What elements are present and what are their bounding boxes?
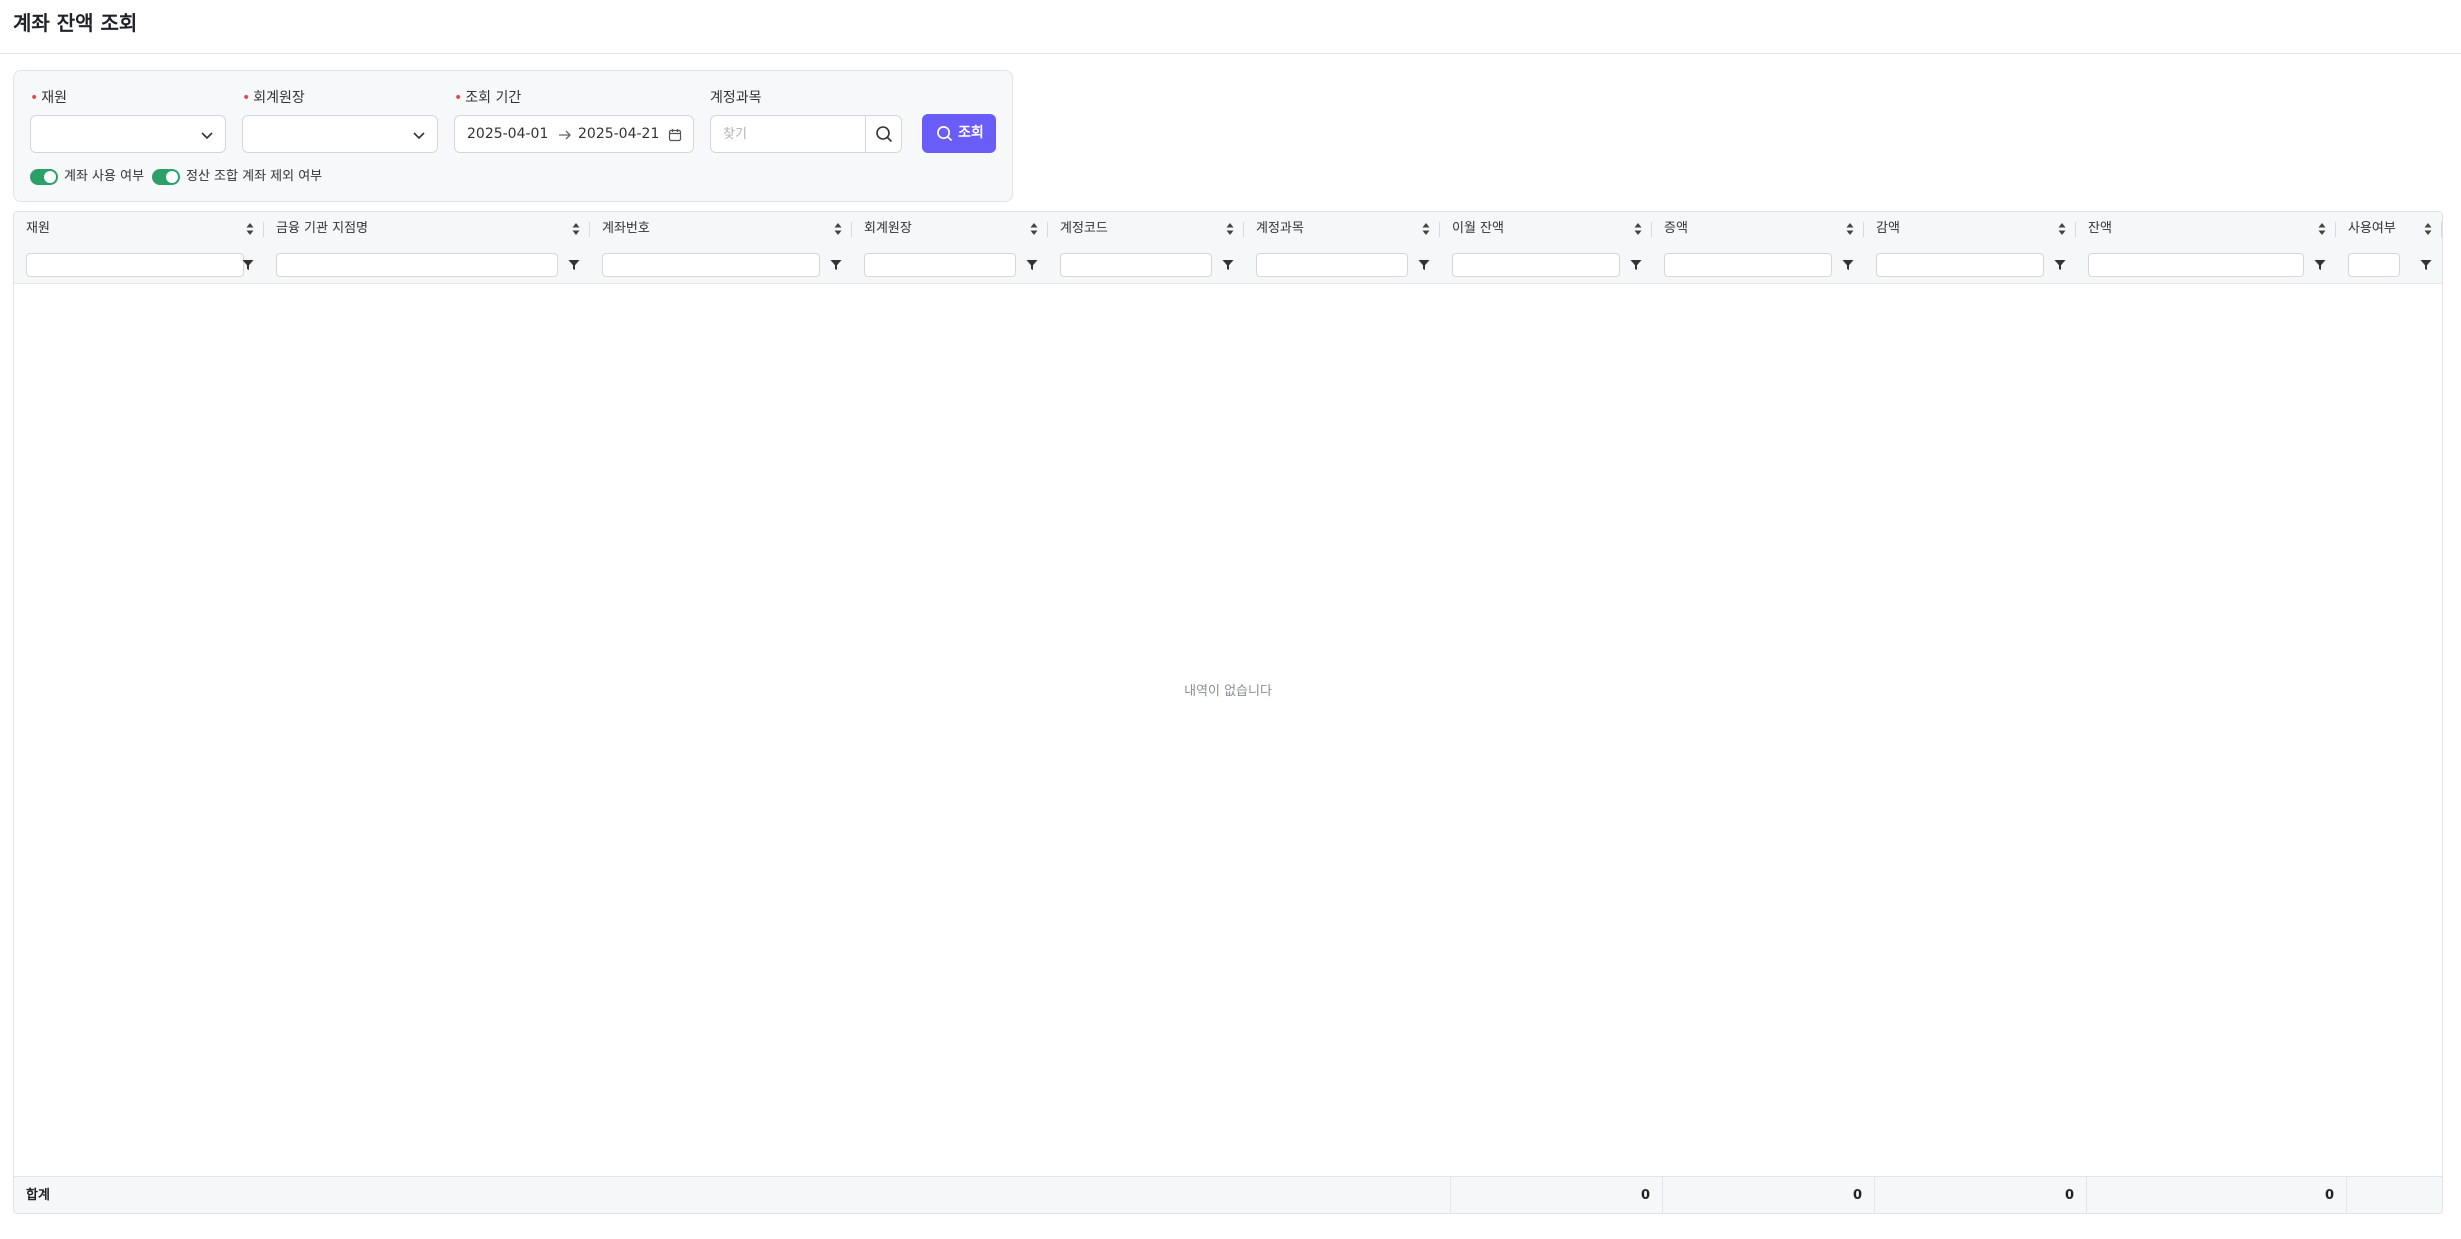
fund-label: • 재원 bbox=[30, 90, 68, 106]
filter-cell-fund bbox=[14, 247, 264, 283]
sort-icon[interactable] bbox=[834, 222, 842, 236]
filter-cell-balance bbox=[2076, 247, 2336, 283]
sort-icon[interactable] bbox=[1226, 222, 1234, 236]
calendar-icon bbox=[668, 129, 682, 142]
total-carryover: 0 bbox=[1450, 1177, 1662, 1213]
arrow-right-icon bbox=[559, 130, 571, 140]
filter-icon[interactable] bbox=[1630, 259, 1642, 271]
total-decrease: 0 bbox=[1874, 1177, 2086, 1213]
filter-icon[interactable] bbox=[2314, 259, 2326, 271]
filter-cell-account-number bbox=[590, 247, 852, 283]
ledger-label: • 회계원장 bbox=[242, 90, 305, 106]
filter-cell-carryover bbox=[1440, 247, 1652, 283]
balance-grid: 재원 금융 기관 지점명 계좌번호 회계원장 계정코드 계정과목 이월 잔액 증… bbox=[13, 211, 2443, 1214]
exclude-settlement-toggle[interactable] bbox=[152, 169, 180, 185]
sort-icon[interactable] bbox=[1846, 222, 1854, 236]
total-usage bbox=[2346, 1177, 2442, 1213]
account-subject-search bbox=[710, 115, 902, 153]
query-button-label: 조회 bbox=[958, 125, 984, 141]
filter-cell-ledger bbox=[852, 247, 1048, 283]
sort-icon[interactable] bbox=[1422, 222, 1430, 236]
col-header-account-number[interactable]: 계좌번호 bbox=[590, 212, 852, 247]
start-date[interactable]: 2025-04-01 bbox=[467, 126, 548, 142]
filter-icon[interactable] bbox=[1222, 259, 1234, 271]
sort-icon[interactable] bbox=[246, 222, 254, 236]
sort-icon[interactable] bbox=[572, 222, 580, 236]
chevron-down-icon bbox=[201, 132, 213, 140]
toggle-knob bbox=[44, 171, 56, 183]
page-header: 계좌 잔액 조회 bbox=[0, 0, 2461, 54]
filter-icon[interactable] bbox=[1842, 259, 1854, 271]
col-header-carryover[interactable]: 이월 잔액 bbox=[1440, 212, 1652, 247]
sort-icon[interactable] bbox=[2058, 222, 2066, 236]
grid-header-row: 재원 금융 기관 지점명 계좌번호 회계원장 계정코드 계정과목 이월 잔액 증… bbox=[14, 212, 2442, 248]
sort-icon[interactable] bbox=[1634, 222, 1642, 236]
chevron-down-icon bbox=[413, 132, 425, 140]
column-filter-input[interactable] bbox=[26, 253, 244, 277]
column-filter-input[interactable] bbox=[2088, 253, 2304, 277]
required-mark: • bbox=[242, 90, 251, 106]
col-header-account-subject[interactable]: 계정과목 bbox=[1244, 212, 1440, 247]
ledger-select[interactable] bbox=[242, 115, 438, 153]
col-header-fund[interactable]: 재원 bbox=[14, 212, 264, 247]
filter-icon[interactable] bbox=[2054, 259, 2066, 271]
required-mark: • bbox=[454, 90, 463, 106]
filter-cell-increase bbox=[1652, 247, 1864, 283]
account-subject-input[interactable] bbox=[711, 116, 869, 152]
filter-icon[interactable] bbox=[1418, 259, 1430, 271]
col-header-branch[interactable]: 금융 기관 지점명 bbox=[264, 212, 590, 247]
col-header-decrease[interactable]: 감액 bbox=[1864, 212, 2076, 247]
sort-icon[interactable] bbox=[2318, 222, 2326, 236]
filter-cell-account-subject bbox=[1244, 247, 1440, 283]
filter-icon[interactable] bbox=[1026, 259, 1038, 271]
col-header-usage[interactable]: 사용여부 bbox=[2336, 212, 2442, 247]
sort-icon[interactable] bbox=[2424, 222, 2432, 236]
col-header-balance[interactable]: 잔액 bbox=[2076, 212, 2336, 247]
filter-icon[interactable] bbox=[568, 259, 580, 271]
filter-cell-account-code bbox=[1048, 247, 1244, 283]
search-icon bbox=[937, 126, 953, 142]
account-usage-label: 계좌 사용 여부 bbox=[64, 169, 145, 184]
filter-icon[interactable] bbox=[830, 259, 842, 271]
column-separator[interactable] bbox=[2441, 222, 2442, 237]
search-icon bbox=[876, 126, 893, 143]
column-filter-input[interactable] bbox=[1256, 253, 1408, 277]
toggle-knob bbox=[166, 171, 178, 183]
account-subject-search-button[interactable] bbox=[865, 116, 901, 152]
total-label: 합계 bbox=[26, 1188, 50, 1203]
sort-icon[interactable] bbox=[1030, 222, 1038, 236]
total-increase: 0 bbox=[1662, 1177, 1874, 1213]
column-filter-input[interactable] bbox=[1876, 253, 2044, 277]
page-title: 계좌 잔액 조회 bbox=[13, 11, 138, 35]
total-balance: 0 bbox=[2086, 1177, 2346, 1213]
column-filter-input[interactable] bbox=[1664, 253, 1832, 277]
fund-select[interactable] bbox=[30, 115, 226, 153]
col-header-increase[interactable]: 증액 bbox=[1652, 212, 1864, 247]
col-header-ledger[interactable]: 회계원장 bbox=[852, 212, 1048, 247]
query-button[interactable]: 조회 bbox=[922, 114, 996, 153]
column-filter-input[interactable] bbox=[1060, 253, 1212, 277]
grid-total-row: 합계 0 0 0 0 bbox=[14, 1176, 2442, 1213]
empty-message: 내역이 없습니다 bbox=[1184, 684, 1272, 699]
grid-filter-row bbox=[14, 247, 2442, 284]
filter-panel: • 재원 • 회계원장 • 조회 기간 2025-04-01 2025-04-21 계… bbox=[13, 70, 1013, 202]
end-date[interactable]: 2025-04-21 bbox=[578, 126, 659, 142]
filter-cell-usage bbox=[2336, 247, 2442, 283]
filter-cell-decrease bbox=[1864, 247, 2076, 283]
account-subject-label: 계정과목 bbox=[710, 90, 762, 106]
column-filter-input[interactable] bbox=[864, 253, 1016, 277]
col-header-account-code[interactable]: 계정코드 bbox=[1048, 212, 1244, 247]
filter-icon[interactable] bbox=[2420, 259, 2432, 271]
column-filter-input[interactable] bbox=[1452, 253, 1620, 277]
column-filter-input[interactable] bbox=[276, 253, 558, 277]
filter-icon[interactable] bbox=[242, 259, 254, 271]
filter-cell-branch bbox=[264, 247, 590, 283]
period-label: • 조회 기간 bbox=[454, 90, 522, 106]
column-filter-input[interactable] bbox=[602, 253, 820, 277]
required-mark: • bbox=[30, 90, 39, 106]
date-range-picker[interactable]: 2025-04-01 2025-04-21 bbox=[454, 115, 694, 153]
account-usage-toggle[interactable] bbox=[30, 169, 58, 185]
exclude-settlement-label: 정산 조합 계좌 제외 여부 bbox=[186, 169, 323, 184]
column-filter-input[interactable] bbox=[2348, 253, 2400, 277]
